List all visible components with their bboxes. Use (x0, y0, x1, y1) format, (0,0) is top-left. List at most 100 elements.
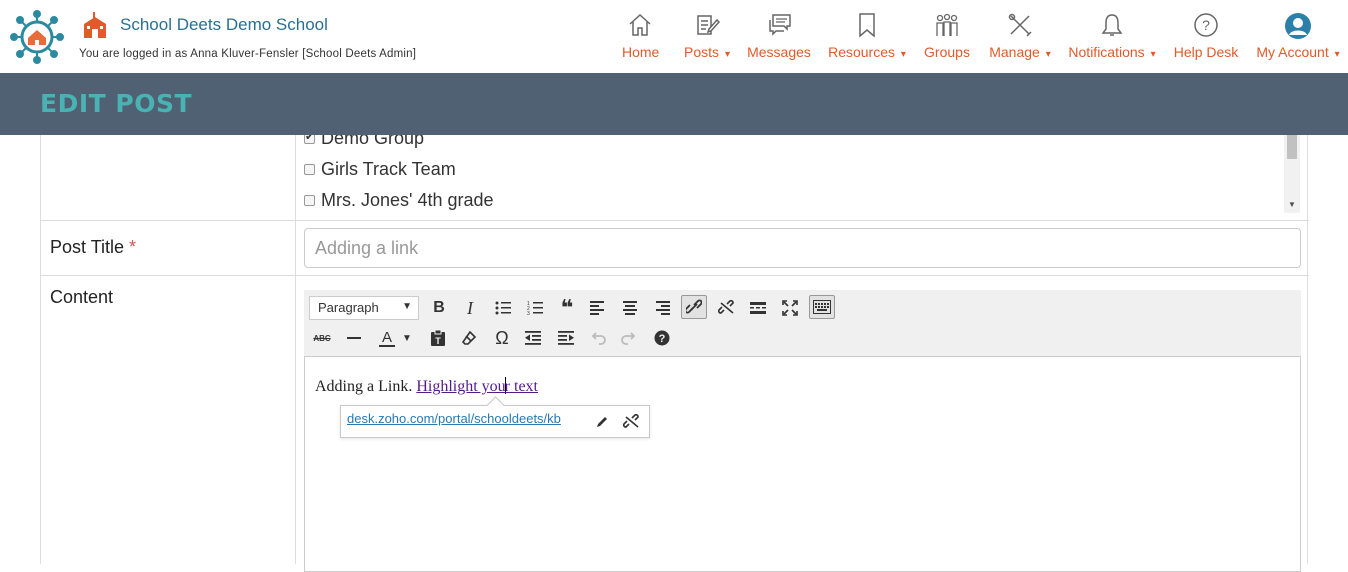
editor-plain-text: Adding a Link. (315, 378, 417, 395)
unlink-icon (623, 414, 639, 428)
nav-notifications[interactable]: Notifications ▾ (1067, 12, 1157, 67)
school-house-icon (84, 12, 106, 38)
paste-as-text-button[interactable]: T (425, 326, 451, 350)
nav-manage[interactable]: Manage ▾ (988, 12, 1052, 67)
indent-button[interactable] (553, 326, 579, 350)
quote-icon: ❝ (560, 295, 574, 320)
pencil-icon (597, 417, 607, 427)
groups-scrollbar[interactable]: ▼ (1284, 135, 1300, 213)
svg-text:3: 3 (527, 311, 530, 315)
bold-button[interactable]: B (426, 296, 452, 320)
unlink-button[interactable] (619, 410, 645, 434)
editor-content-area[interactable]: Adding a Link. Highlight your text desk.… (304, 357, 1301, 572)
align-left-icon (590, 301, 604, 315)
nav-home[interactable]: Home (622, 12, 660, 67)
numbered-list-icon: 123 (527, 301, 543, 315)
clear-formatting-button[interactable] (456, 326, 482, 350)
toolbar-toggle-button[interactable] (809, 295, 835, 319)
remove-link-button[interactable] (714, 296, 740, 320)
logged-in-status: You are logged in as Anna Kluver-Fensler… (79, 48, 417, 60)
checkbox[interactable] (304, 195, 315, 206)
keyboard-icon (813, 300, 831, 314)
group-item-girls-track-team[interactable]: Girls Track Team (304, 159, 456, 183)
insert-link-button[interactable] (681, 295, 707, 319)
editor-paragraph[interactable]: Adding a Link. Highlight your text (315, 377, 538, 396)
svg-text:T: T (435, 336, 441, 346)
clipboard-icon: T (431, 329, 445, 346)
bell-icon (1101, 14, 1123, 36)
group-label: Mrs. Jones' 4th grade (321, 190, 494, 210)
bullet-list-icon (495, 301, 511, 315)
checkbox-checked[interactable] (304, 135, 315, 144)
nav-help-desk[interactable]: ? Help Desk (1172, 12, 1240, 67)
paragraph-format-select[interactable]: Paragraph ▼ (309, 296, 419, 320)
blockquote-button[interactable]: ❝ (554, 295, 580, 320)
nav-manage-label: Manage (989, 44, 1040, 60)
tools-icon (1008, 13, 1032, 37)
edit-link-button[interactable] (589, 410, 615, 434)
nav-groups[interactable]: Groups (924, 12, 970, 67)
row-divider (41, 220, 1309, 221)
nav-my-account[interactable]: My Account ▾ (1254, 12, 1342, 67)
numbered-list-button[interactable]: 123 (522, 296, 548, 320)
school-name[interactable]: School Deets Demo School (120, 15, 328, 35)
edit-post-form: Demo Group Girls Track Team Mrs. Jones' … (40, 135, 1309, 572)
align-center-icon (623, 301, 637, 315)
read-more-button[interactable] (745, 296, 771, 320)
row-divider (41, 275, 1309, 276)
column-divider (295, 135, 296, 564)
text-color-button[interactable]: A (374, 326, 400, 350)
align-right-button[interactable] (649, 296, 675, 320)
rich-text-editor: Paragraph ▼ B I 123 ❝ ABC A ▼ T Ω ? Addi… (304, 290, 1301, 572)
nav-messages-label: Messages (747, 44, 811, 60)
link-icon (686, 299, 702, 314)
italic-button[interactable]: I (457, 296, 483, 320)
page-title-bar: EDIT POST (0, 73, 1348, 135)
page-title: EDIT POST (40, 89, 193, 118)
nav-home-label: Home (622, 44, 660, 60)
link-url[interactable]: desk.zoho.com/portal/schooldeets/kb (347, 411, 561, 426)
fullscreen-button[interactable] (777, 296, 803, 320)
nav-resources-label: Resources (828, 44, 895, 60)
link-text-part: r text (504, 378, 538, 395)
horizontal-line-button[interactable] (341, 326, 367, 350)
link-inline-popup: desk.zoho.com/portal/schooldeets/kb (340, 405, 650, 438)
home-icon (629, 13, 651, 36)
align-center-button[interactable] (617, 296, 643, 320)
post-title-label-text: Post Title (50, 237, 125, 257)
keyboard-shortcuts-help-button[interactable]: ? (649, 326, 675, 350)
editor-hyperlink[interactable]: Highlight your text (416, 377, 538, 395)
nav-messages[interactable]: Messages (747, 12, 811, 67)
nav-help-desk-label: Help Desk (1173, 44, 1239, 60)
undo-button[interactable] (585, 326, 611, 350)
text-color-dropdown[interactable]: ▼ (399, 326, 415, 350)
eraser-icon (461, 330, 477, 345)
nav-groups-label: Groups (924, 44, 970, 60)
post-title-input[interactable]: Adding a link (304, 228, 1301, 268)
outdent-button[interactable] (520, 326, 546, 350)
checkbox[interactable] (304, 164, 315, 175)
scroll-down-arrow-icon[interactable]: ▼ (1288, 200, 1296, 209)
school-deets-logo-icon[interactable] (10, 10, 64, 64)
redo-button[interactable] (616, 326, 642, 350)
groups-icon (936, 13, 958, 36)
groups-checkbox-list: Demo Group Girls Track Team Mrs. Jones' … (304, 135, 1304, 213)
align-left-button[interactable] (585, 296, 611, 320)
group-item-demo-group[interactable]: Demo Group (304, 135, 424, 152)
special-character-button[interactable]: Ω (489, 326, 515, 350)
chevron-down-icon: ▾ (900, 49, 906, 60)
strikethrough-button[interactable]: ABC (309, 326, 335, 350)
group-label: Demo Group (321, 135, 425, 148)
chevron-down-icon: ▾ (1045, 49, 1051, 60)
svg-text:A: A (382, 329, 392, 346)
align-right-icon (656, 301, 670, 315)
horizontal-line-icon (347, 337, 361, 339)
group-item-mrs-jones-4th-grade[interactable]: Mrs. Jones' 4th grade (304, 190, 494, 213)
nav-posts[interactable]: Posts ▾ (683, 12, 731, 67)
nav-resources[interactable]: Resources ▾ (827, 12, 907, 67)
scrollbar-thumb[interactable] (1287, 135, 1297, 159)
required-marker: * (129, 237, 137, 257)
bullet-list-button[interactable] (490, 296, 516, 320)
post-title-label: Post Title * (50, 237, 136, 258)
help-circle-icon: ? (1194, 13, 1218, 37)
